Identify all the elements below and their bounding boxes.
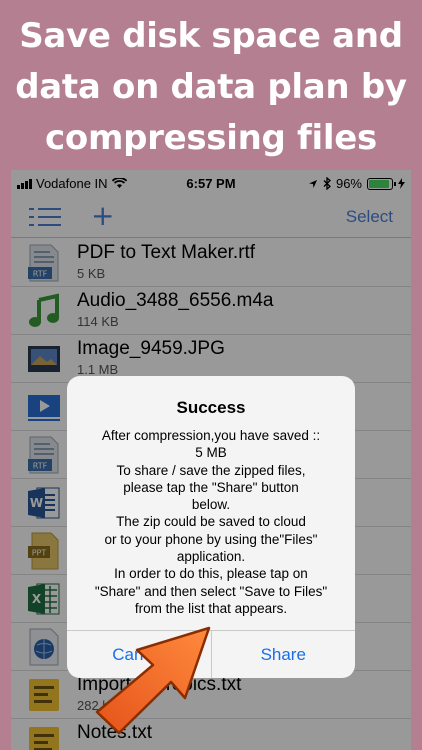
alert-message-line: application.	[176, 549, 246, 565]
alert-message-line: In order to do this, please tap on	[114, 566, 308, 582]
promo-headline: Save disk space and data on data plan by…	[0, 0, 422, 170]
alert-message-line: The zip could be saved to cloud	[116, 514, 306, 530]
alert-message-line: "Share" and then select "Save to Files"	[94, 583, 328, 599]
alert-message-line: from the list that appears.	[134, 600, 288, 616]
promo-line-3: compressing files	[45, 117, 377, 158]
alert-message: After compression,you have saved :: 5 MB…	[81, 427, 341, 617]
alert-message-line: To share / save the zipped files,	[116, 462, 306, 478]
pointer-arrow-icon	[95, 626, 211, 735]
share-button[interactable]: Share	[210, 631, 356, 678]
alert-message-line: 5 MB	[195, 445, 227, 461]
promo-line-2: data on data plan by	[15, 66, 407, 107]
phone-screen: Vodafone IN 6:57 PM 96% + Select RTF PDF…	[11, 170, 411, 750]
alert-title: Success	[176, 398, 246, 417]
alert-message-line: or to your phone by using the"Files"	[104, 531, 318, 547]
promo-line-1: Save disk space and	[19, 15, 403, 56]
alert-message-line: below.	[191, 497, 231, 513]
alert-message-line: After compression,you have saved ::	[101, 428, 321, 443]
alert-message-line: please tap the "Share" button	[123, 479, 299, 495]
